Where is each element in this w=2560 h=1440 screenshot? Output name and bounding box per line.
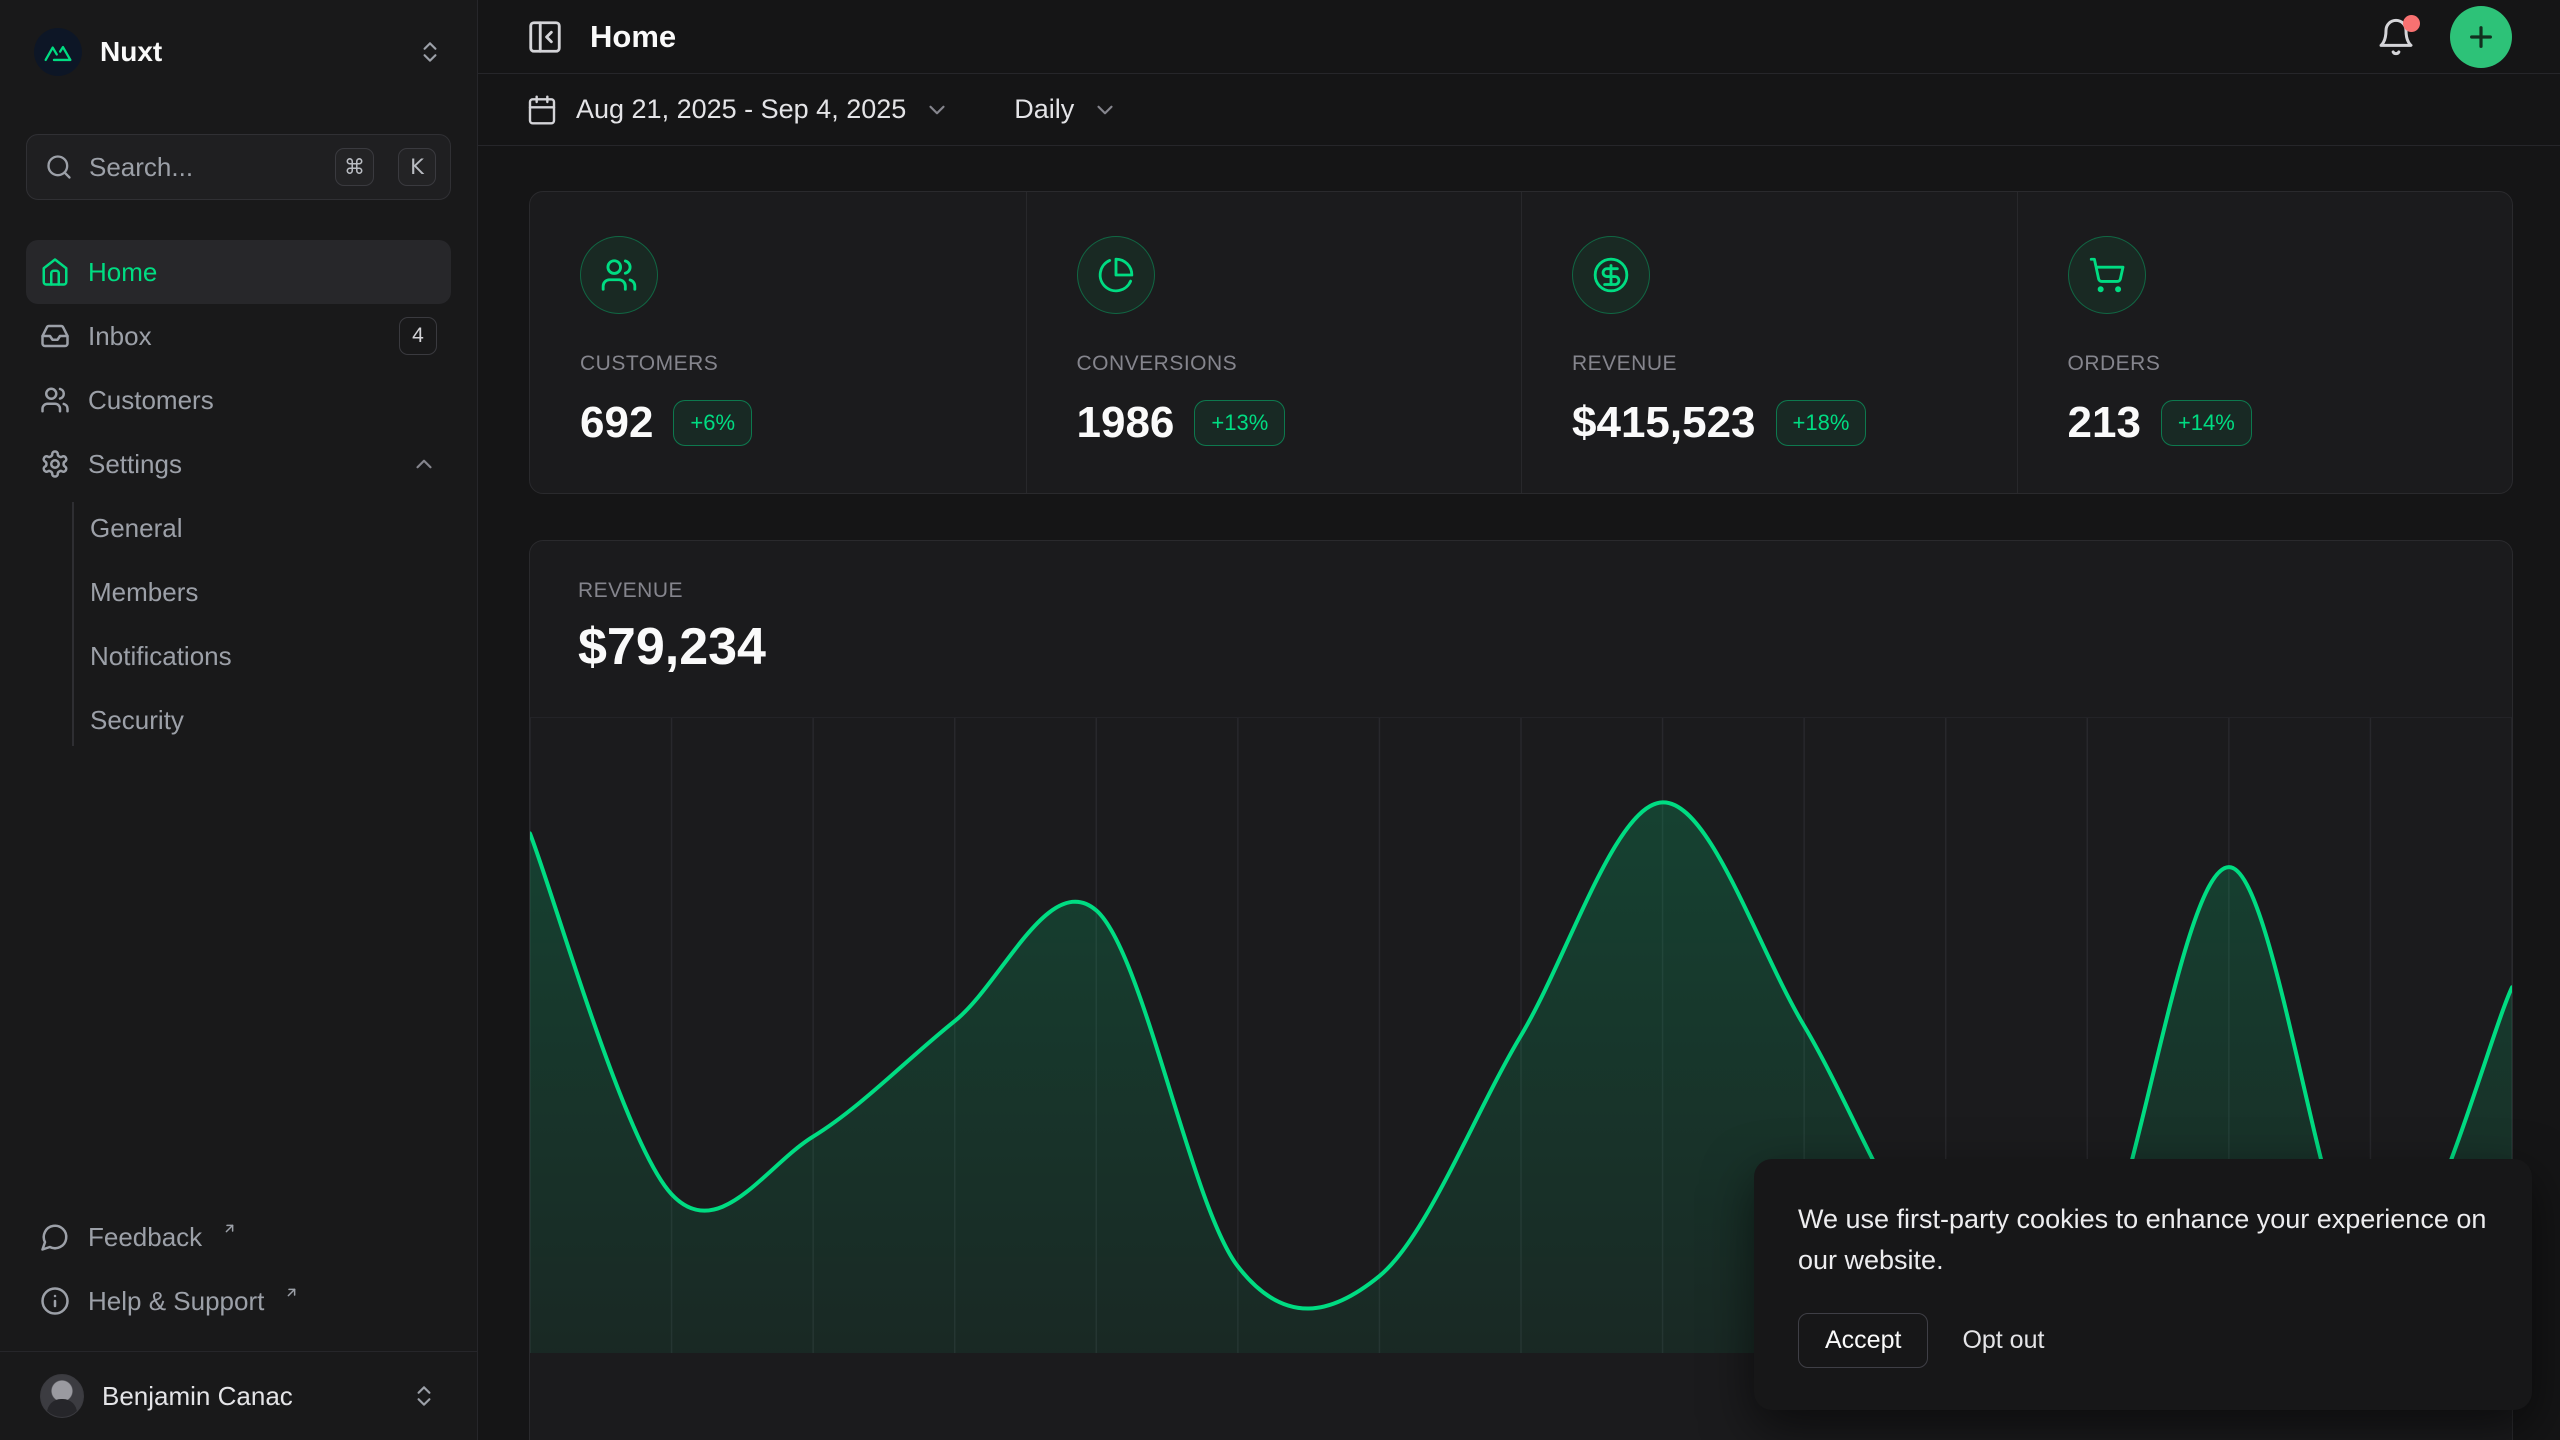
collapse-sidebar-icon[interactable] bbox=[526, 18, 564, 56]
revenue-chart-label: REVENUE bbox=[578, 579, 2464, 603]
sidebar-item-members[interactable]: Members bbox=[90, 560, 451, 624]
stat-label: CONVERSIONS bbox=[1077, 352, 1472, 376]
stat-delta-badge: +18% bbox=[1776, 400, 1867, 446]
accept-cookies-button[interactable]: Accept bbox=[1798, 1313, 1928, 1368]
cookie-banner: We use first-party cookies to enhance yo… bbox=[1754, 1159, 2532, 1410]
filter-toolbar: Aug 21, 2025 - Sep 4, 2025 Daily bbox=[478, 74, 2560, 146]
calendar-icon bbox=[526, 94, 558, 126]
brand-name: Nuxt bbox=[100, 36, 399, 68]
chevron-down-icon bbox=[1092, 97, 1118, 123]
granularity-label: Daily bbox=[1014, 94, 1074, 125]
stat-revenue[interactable]: REVENUE $415,523 +18% bbox=[1521, 192, 2017, 493]
inbox-icon bbox=[40, 321, 70, 351]
chevron-up-icon bbox=[411, 451, 437, 477]
feedback-label: Feedback bbox=[88, 1222, 202, 1253]
sidebar-item-label: Customers bbox=[88, 385, 437, 416]
sidebar-item-label: Settings bbox=[88, 449, 393, 480]
shopping-cart-icon bbox=[2068, 236, 2146, 314]
stat-delta-badge: +6% bbox=[673, 400, 752, 446]
optout-cookies-button[interactable]: Opt out bbox=[1962, 1326, 2044, 1355]
sidebar-item-settings[interactable]: Settings bbox=[26, 432, 451, 496]
page-title: Home bbox=[590, 19, 676, 55]
sub-item-label: General bbox=[90, 513, 183, 544]
sidebar-item-security[interactable]: Security bbox=[90, 688, 451, 752]
message-circle-icon bbox=[40, 1222, 70, 1252]
sidebar-item-general[interactable]: General bbox=[90, 496, 451, 560]
chevron-down-icon bbox=[924, 97, 950, 123]
sub-item-label: Security bbox=[90, 705, 184, 736]
stat-value: 213 bbox=[2068, 398, 2141, 448]
settings-submenu: General Members Notifications Security bbox=[26, 496, 451, 752]
sidebar-item-inbox[interactable]: Inbox 4 bbox=[26, 304, 451, 368]
stat-customers[interactable]: CUSTOMERS 692 +6% bbox=[530, 192, 1026, 493]
users-icon bbox=[580, 236, 658, 314]
sidebar-item-customers[interactable]: Customers bbox=[26, 368, 451, 432]
stat-value: 1986 bbox=[1077, 398, 1175, 448]
sidebar-item-notifications[interactable]: Notifications bbox=[90, 624, 451, 688]
sidebar-item-label: Inbox bbox=[88, 321, 381, 352]
notifications-button[interactable] bbox=[2376, 17, 2416, 57]
search-icon bbox=[45, 153, 73, 181]
gear-icon bbox=[40, 449, 70, 479]
workspace-switcher[interactable]: Nuxt bbox=[26, 24, 451, 80]
info-circle-icon bbox=[40, 1286, 70, 1316]
date-range-picker[interactable]: Aug 21, 2025 - Sep 4, 2025 bbox=[526, 94, 950, 126]
sub-item-label: Notifications bbox=[90, 641, 232, 672]
search-input[interactable]: Search... ⌘ K bbox=[26, 134, 451, 200]
cmd-keycap: ⌘ bbox=[335, 148, 374, 186]
chevrons-up-down-icon bbox=[417, 39, 443, 65]
users-icon bbox=[40, 385, 70, 415]
stat-orders[interactable]: ORDERS 213 +14% bbox=[2017, 192, 2513, 493]
nuxt-logo-icon bbox=[34, 28, 82, 76]
sidebar: Nuxt Search... ⌘ K Home Inbox 4 bbox=[0, 0, 478, 1440]
pie-chart-icon bbox=[1077, 236, 1155, 314]
unread-dot bbox=[2403, 15, 2420, 32]
external-link-icon bbox=[222, 1221, 237, 1236]
revenue-chart-value: $79,234 bbox=[578, 617, 2464, 677]
inbox-count-badge: 4 bbox=[399, 317, 437, 355]
sidebar-item-label: Home bbox=[88, 257, 437, 288]
date-range-label: Aug 21, 2025 - Sep 4, 2025 bbox=[576, 94, 906, 125]
avatar bbox=[40, 1374, 84, 1418]
stat-label: CUSTOMERS bbox=[580, 352, 976, 376]
main-area: Home Aug 21, 2025 - Sep 4, 2025 Daily bbox=[478, 0, 2560, 1440]
stat-label: ORDERS bbox=[2068, 352, 2463, 376]
sidebar-nav: Home Inbox 4 Customers Settings Ge bbox=[26, 240, 451, 752]
user-menu[interactable]: Benjamin Canac bbox=[26, 1352, 451, 1440]
page-header: Home bbox=[478, 0, 2560, 74]
stats-card: CUSTOMERS 692 +6% CONVERSIONS 1986 +13% bbox=[529, 191, 2513, 494]
search-placeholder: Search... bbox=[89, 152, 319, 183]
help-support-link[interactable]: Help & Support bbox=[26, 1269, 451, 1333]
sidebar-item-home[interactable]: Home bbox=[26, 240, 451, 304]
k-keycap: K bbox=[398, 148, 436, 186]
user-name: Benjamin Canac bbox=[102, 1381, 393, 1412]
sidebar-footer: Feedback Help & Support bbox=[26, 1205, 451, 1341]
stat-label: REVENUE bbox=[1572, 352, 1967, 376]
feedback-link[interactable]: Feedback bbox=[26, 1205, 451, 1269]
cookie-message: We use first-party cookies to enhance yo… bbox=[1798, 1199, 2488, 1281]
stat-value: 692 bbox=[580, 398, 653, 448]
add-button[interactable] bbox=[2450, 6, 2512, 68]
chevrons-up-down-icon bbox=[411, 1383, 437, 1409]
help-support-label: Help & Support bbox=[88, 1286, 264, 1317]
stat-delta-badge: +13% bbox=[1194, 400, 1285, 446]
circle-dollar-icon bbox=[1572, 236, 1650, 314]
sub-item-label: Members bbox=[90, 577, 198, 608]
stat-value: $415,523 bbox=[1572, 398, 1756, 448]
external-link-icon bbox=[284, 1285, 299, 1300]
stat-conversions[interactable]: CONVERSIONS 1986 +13% bbox=[1026, 192, 1522, 493]
home-icon bbox=[40, 257, 70, 287]
granularity-select[interactable]: Daily bbox=[1014, 94, 1118, 125]
stat-delta-badge: +14% bbox=[2161, 400, 2252, 446]
